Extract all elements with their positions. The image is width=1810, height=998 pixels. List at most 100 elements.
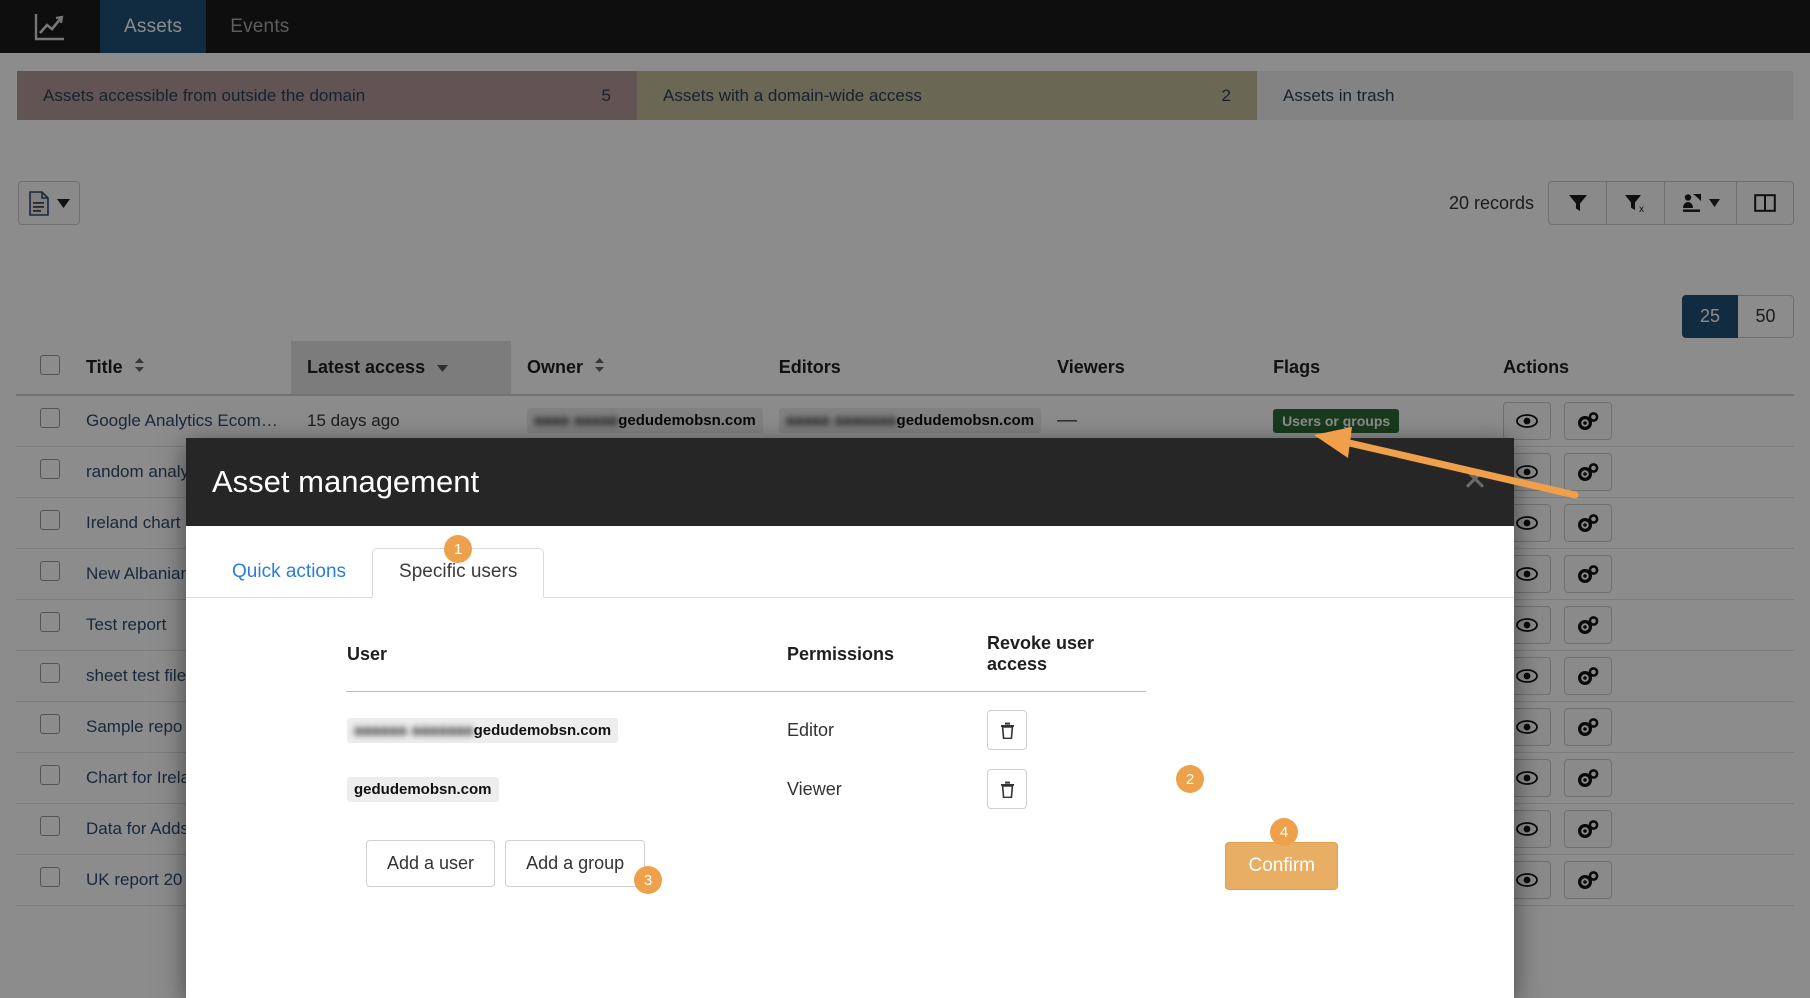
page-size-25[interactable]: 25 bbox=[1682, 295, 1738, 338]
row-manage-button[interactable] bbox=[1563, 860, 1612, 899]
column-header-owner-label: Owner bbox=[527, 357, 584, 377]
nav-tab-assets[interactable]: Assets bbox=[100, 0, 207, 53]
chart-line-icon bbox=[34, 13, 64, 40]
toolbar-button-group: x bbox=[1548, 181, 1794, 225]
export-icon bbox=[1683, 194, 1701, 212]
eye-icon bbox=[1516, 566, 1538, 581]
columns-button[interactable] bbox=[1736, 181, 1794, 225]
add-a-user-button[interactable]: Add a user bbox=[366, 840, 496, 887]
clear-filter-button[interactable]: x bbox=[1606, 181, 1664, 225]
page-size-25-label: 25 bbox=[1699, 306, 1721, 326]
stat-outside-label: Assets accessible from outside the domai… bbox=[43, 85, 366, 105]
page-size-50[interactable]: 50 bbox=[1738, 295, 1794, 338]
nav-tab-assets-label: Assets bbox=[124, 15, 183, 37]
file-type-dropdown[interactable] bbox=[18, 181, 80, 225]
row-manage-button[interactable] bbox=[1563, 758, 1612, 797]
chevron-down-icon bbox=[437, 356, 449, 377]
row-manage-button[interactable] bbox=[1563, 554, 1612, 593]
row-checkbox[interactable] bbox=[40, 765, 60, 785]
select-all-checkbox[interactable] bbox=[40, 355, 60, 375]
eye-icon bbox=[1516, 464, 1538, 479]
cogs-icon bbox=[1577, 819, 1599, 838]
toolbar-right-group: 20 records x bbox=[1449, 181, 1794, 225]
row-latest-access: 15 days ago bbox=[307, 410, 400, 430]
cogs-icon bbox=[1577, 564, 1599, 583]
row-actions bbox=[1487, 446, 1794, 497]
export-button[interactable] bbox=[1664, 181, 1736, 225]
asset-management-modal: Asset management ✕ Quick actions 1 Speci… bbox=[186, 438, 1514, 998]
row-manage-button[interactable] bbox=[1563, 401, 1612, 440]
column-header-owner[interactable]: Owner bbox=[511, 341, 763, 395]
editor-domain-part: gedudemobsn.com bbox=[896, 412, 1035, 430]
columns-icon bbox=[1754, 194, 1776, 212]
revoke-access-button[interactable] bbox=[987, 769, 1027, 809]
row-title[interactable]: Google Analytics Ecommer… bbox=[86, 411, 291, 431]
column-header-title[interactable]: Title bbox=[70, 341, 291, 395]
step-badge-3: 3 bbox=[634, 866, 662, 894]
row-checkbox[interactable] bbox=[40, 816, 60, 836]
nav-tab-events[interactable]: Events bbox=[206, 0, 313, 53]
stat-assets-in-trash[interactable]: Assets in trash bbox=[1257, 71, 1793, 120]
row-checkbox[interactable] bbox=[40, 714, 60, 734]
row-checkbox[interactable] bbox=[40, 459, 60, 479]
shared-user-permission: Editor bbox=[787, 719, 835, 740]
row-manage-button[interactable] bbox=[1563, 452, 1612, 491]
row-manage-button[interactable] bbox=[1563, 656, 1612, 695]
row-actions bbox=[1487, 548, 1794, 599]
eye-icon bbox=[1516, 719, 1538, 734]
eye-icon bbox=[1516, 668, 1538, 683]
row-checkbox[interactable] bbox=[40, 663, 60, 683]
stat-assets-domain-wide[interactable]: Assets with a domain-wide access 2 bbox=[637, 71, 1257, 120]
step-badge-4: 4 bbox=[1270, 818, 1298, 846]
stat-assets-outside-domain[interactable]: Assets accessible from outside the domai… bbox=[17, 71, 637, 120]
app-root: Assets Events Assets accessible from out… bbox=[0, 0, 1810, 998]
tab-quick-actions[interactable]: Quick actions bbox=[206, 549, 372, 597]
row-actions bbox=[1487, 599, 1794, 650]
row-checkbox[interactable] bbox=[40, 612, 60, 632]
top-navigation-bar: Assets Events bbox=[0, 0, 1810, 53]
row-checkbox[interactable] bbox=[40, 510, 60, 530]
column-header-flags: Flags bbox=[1257, 341, 1487, 395]
shared-user-email-cell: gedudemobsn.com bbox=[346, 751, 786, 810]
row-actions bbox=[1487, 701, 1794, 752]
row-checkbox[interactable] bbox=[40, 867, 60, 887]
eye-icon bbox=[1516, 413, 1538, 428]
trash-icon bbox=[1000, 781, 1014, 798]
tab-quick-actions-label: Quick actions bbox=[232, 561, 347, 582]
close-icon[interactable]: ✕ bbox=[1462, 464, 1488, 495]
tab-specific-users[interactable]: 1 Specific users bbox=[372, 535, 545, 598]
eye-icon bbox=[1516, 617, 1538, 632]
tab-specific-users-label: Specific users bbox=[399, 561, 518, 582]
shared-user-revoke-cell bbox=[986, 751, 1146, 810]
row-manage-button[interactable] bbox=[1563, 809, 1612, 848]
confirm-button[interactable]: Confirm bbox=[1225, 842, 1338, 890]
row-manage-button[interactable] bbox=[1563, 503, 1612, 542]
row-checkbox[interactable] bbox=[40, 408, 60, 429]
row-checkbox[interactable] bbox=[40, 561, 60, 581]
row-manage-button[interactable] bbox=[1563, 707, 1612, 746]
shared-user-permission: Viewer bbox=[787, 778, 842, 799]
shared-user-email: aaaaaa aaaaaaagedudemobsn.com bbox=[347, 717, 619, 743]
table-toolbar: 20 records x bbox=[0, 178, 1810, 248]
modal-body: Quick actions 1 Specific users User Perm… bbox=[186, 526, 1514, 894]
column-header-latest-access[interactable]: Latest access bbox=[291, 341, 511, 395]
row-preview-button[interactable] bbox=[1503, 401, 1552, 440]
owner-blurred-part: aaaa aaaaa bbox=[534, 412, 619, 430]
user-domain-part: gedudemobsn.com bbox=[473, 721, 612, 739]
column-header-title-label: Title bbox=[86, 357, 123, 377]
row-flag-badge: Users or groups bbox=[1273, 408, 1400, 433]
add-a-group-button[interactable]: Add a group bbox=[505, 840, 646, 887]
step-badge-1: 1 bbox=[444, 535, 473, 563]
nav-tab-events-label: Events bbox=[230, 15, 290, 37]
column-header-latest-access-label: Latest access bbox=[307, 357, 426, 377]
modal-header: Asset management ✕ bbox=[186, 438, 1514, 526]
eye-icon bbox=[1516, 872, 1538, 887]
row-actions bbox=[1487, 752, 1794, 803]
filter-button[interactable] bbox=[1548, 181, 1606, 225]
brand-logo[interactable] bbox=[0, 0, 100, 53]
cogs-icon bbox=[1577, 666, 1599, 685]
user-blurred-part: aaaaaa aaaaaaa bbox=[354, 721, 474, 739]
row-manage-button[interactable] bbox=[1563, 605, 1612, 644]
eye-icon bbox=[1516, 770, 1538, 785]
revoke-access-button[interactable] bbox=[987, 710, 1027, 750]
